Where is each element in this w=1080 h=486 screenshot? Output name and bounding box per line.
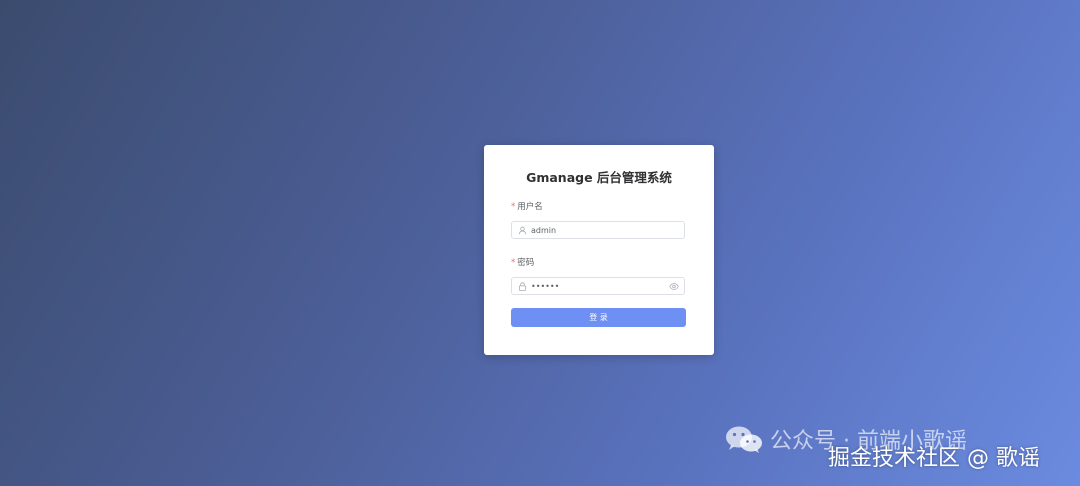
lock-icon <box>518 282 527 291</box>
username-label: * 用户名 <box>511 200 543 212</box>
login-title: Gmanage 后台管理系统 <box>526 170 672 185</box>
eye-icon[interactable] <box>669 282 679 291</box>
login-card: Gmanage 后台管理系统 * 用户名 admin * 密码 •••••• 登 录 <box>484 145 714 355</box>
user-icon <box>518 226 527 235</box>
password-label: * 密码 <box>511 256 534 268</box>
required-mark: * <box>511 258 516 268</box>
login-button[interactable]: 登 录 <box>511 308 686 327</box>
username-label-text: 用户名 <box>517 202 543 212</box>
wechat-icon <box>726 426 762 453</box>
username-field[interactable]: admin <box>511 221 685 239</box>
required-mark: * <box>511 202 516 212</box>
password-field[interactable]: •••••• <box>511 277 685 295</box>
username-value: admin <box>531 226 557 235</box>
password-label-text: 密码 <box>517 258 535 268</box>
password-value: •••••• <box>531 282 560 291</box>
juejin-watermark: 掘金技术社区 @ 歌谣 <box>828 446 1040 471</box>
